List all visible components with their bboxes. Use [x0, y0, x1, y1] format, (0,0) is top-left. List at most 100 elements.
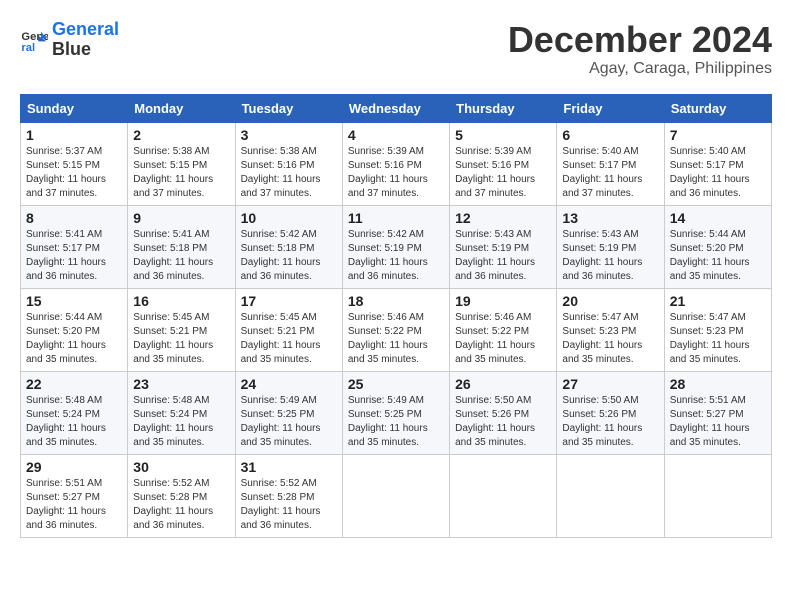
day-number: 10 [241, 210, 337, 226]
svg-text:ral: ral [21, 42, 35, 54]
day-number: 24 [241, 376, 337, 392]
calendar-cell: 11 Sunrise: 5:42 AMSunset: 5:19 PMDayligh… [342, 205, 449, 288]
day-detail: Sunrise: 5:42 AMSunset: 5:19 PMDaylight:… [348, 228, 444, 284]
calendar-cell: 7 Sunrise: 5:40 AMSunset: 5:17 PMDaylight… [664, 122, 771, 205]
calendar-cell: 4 Sunrise: 5:39 AMSunset: 5:16 PMDaylight… [342, 122, 449, 205]
calendar-cell [450, 454, 557, 537]
calendar-cell: 1 Sunrise: 5:37 AMSunset: 5:15 PMDaylight… [21, 122, 128, 205]
day-number: 30 [133, 459, 229, 475]
calendar-cell: 8Sunrise: 5:41 AMSunset: 5:17 PMDaylight… [21, 205, 128, 288]
day-detail: Sunrise: 5:48 AMSunset: 5:24 PMDaylight:… [133, 394, 229, 450]
calendar-cell: 23Sunrise: 5:48 AMSunset: 5:24 PMDayligh… [128, 371, 235, 454]
day-number: 2 [133, 127, 229, 143]
day-number: 28 [670, 376, 766, 392]
calendar-cell: 6 Sunrise: 5:40 AMSunset: 5:17 PMDaylight… [557, 122, 664, 205]
calendar-cell: 18 Sunrise: 5:46 AMSunset: 5:22 PMDayligh… [342, 288, 449, 371]
calendar-subtitle: Agay, Caraga, Philippines [508, 60, 772, 78]
day-number: 16 [133, 293, 229, 309]
day-detail: Sunrise: 5:44 AMSunset: 5:20 PMDaylight:… [670, 228, 766, 284]
calendar-cell: 29Sunrise: 5:51 AMSunset: 5:27 PMDayligh… [21, 454, 128, 537]
calendar-cell: 27 Sunrise: 5:50 AMSunset: 5:26 PMDayligh… [557, 371, 664, 454]
day-number: 31 [241, 459, 337, 475]
day-detail: Sunrise: 5:37 AMSunset: 5:15 PMDaylight:… [26, 145, 122, 201]
calendar-cell: 3 Sunrise: 5:38 AMSunset: 5:16 PMDaylight… [235, 122, 342, 205]
day-number: 5 [455, 127, 551, 143]
calendar-cell: 30Sunrise: 5:52 AMSunset: 5:28 PMDayligh… [128, 454, 235, 537]
day-number: 27 [562, 376, 658, 392]
day-detail: Sunrise: 5:42 AMSunset: 5:18 PMDaylight:… [241, 228, 337, 284]
day-detail: Sunrise: 5:40 AMSunset: 5:17 PMDaylight:… [562, 145, 658, 201]
day-detail: Sunrise: 5:49 AMSunset: 5:25 PMDaylight:… [348, 394, 444, 450]
day-detail: Sunrise: 5:43 AMSunset: 5:19 PMDaylight:… [455, 228, 551, 284]
day-detail: Sunrise: 5:39 AMSunset: 5:16 PMDaylight:… [455, 145, 551, 201]
day-number: 7 [670, 127, 766, 143]
day-number: 13 [562, 210, 658, 226]
calendar-cell: 12Sunrise: 5:43 AMSunset: 5:19 PMDayligh… [450, 205, 557, 288]
day-detail: Sunrise: 5:39 AMSunset: 5:16 PMDaylight:… [348, 145, 444, 201]
day-number: 25 [348, 376, 444, 392]
day-number: 6 [562, 127, 658, 143]
calendar-week-row: 15 Sunrise: 5:44 AMSunset: 5:20 PMDayligh… [21, 288, 772, 371]
calendar-week-row: 29Sunrise: 5:51 AMSunset: 5:27 PMDayligh… [21, 454, 772, 537]
day-number: 20 [562, 293, 658, 309]
calendar-cell [557, 454, 664, 537]
day-number: 18 [348, 293, 444, 309]
weekday-header-monday: Monday [128, 94, 235, 122]
day-detail: Sunrise: 5:51 AMSunset: 5:27 PMDaylight:… [670, 394, 766, 450]
day-number: 4 [348, 127, 444, 143]
calendar-cell: 20 Sunrise: 5:47 AMSunset: 5:23 PMDayligh… [557, 288, 664, 371]
day-number: 19 [455, 293, 551, 309]
calendar-week-row: 22 Sunrise: 5:48 AMSunset: 5:24 PMDayligh… [21, 371, 772, 454]
day-detail: Sunrise: 5:45 AMSunset: 5:21 PMDaylight:… [133, 311, 229, 367]
day-number: 26 [455, 376, 551, 392]
day-number: 11 [348, 210, 444, 226]
calendar-cell: 14Sunrise: 5:44 AMSunset: 5:20 PMDayligh… [664, 205, 771, 288]
day-detail: Sunrise: 5:38 AMSunset: 5:16 PMDaylight:… [241, 145, 337, 201]
calendar-cell: 10 Sunrise: 5:42 AMSunset: 5:18 PMDayligh… [235, 205, 342, 288]
calendar-cell: 24 Sunrise: 5:49 AMSunset: 5:25 PMDayligh… [235, 371, 342, 454]
title-block: December 2024 Agay, Caraga, Philippines [508, 20, 772, 78]
day-number: 29 [26, 459, 122, 475]
day-detail: Sunrise: 5:46 AMSunset: 5:22 PMDaylight:… [455, 311, 551, 367]
day-detail: Sunrise: 5:47 AMSunset: 5:23 PMDaylight:… [562, 311, 658, 367]
day-number: 22 [26, 376, 122, 392]
calendar-week-row: 8Sunrise: 5:41 AMSunset: 5:17 PMDaylight… [21, 205, 772, 288]
day-detail: Sunrise: 5:41 AMSunset: 5:18 PMDaylight:… [133, 228, 229, 284]
calendar-cell: 25 Sunrise: 5:49 AMSunset: 5:25 PMDayligh… [342, 371, 449, 454]
day-detail: Sunrise: 5:46 AMSunset: 5:22 PMDaylight:… [348, 311, 444, 367]
day-number: 8 [26, 210, 122, 226]
calendar-table: SundayMondayTuesdayWednesdayThursdayFrid… [20, 94, 772, 538]
calendar-cell: 26 Sunrise: 5:50 AMSunset: 5:26 PMDayligh… [450, 371, 557, 454]
calendar-cell: 5 Sunrise: 5:39 AMSunset: 5:16 PMDaylight… [450, 122, 557, 205]
day-detail: Sunrise: 5:40 AMSunset: 5:17 PMDaylight:… [670, 145, 766, 201]
day-number: 17 [241, 293, 337, 309]
calendar-cell: 16 Sunrise: 5:45 AMSunset: 5:21 PMDayligh… [128, 288, 235, 371]
logo-name: GeneralBlue [52, 20, 119, 60]
weekday-header-tuesday: Tuesday [235, 94, 342, 122]
weekday-header-wednesday: Wednesday [342, 94, 449, 122]
calendar-cell: 28 Sunrise: 5:51 AMSunset: 5:27 PMDayligh… [664, 371, 771, 454]
day-detail: Sunrise: 5:44 AMSunset: 5:20 PMDaylight:… [26, 311, 122, 367]
day-number: 15 [26, 293, 122, 309]
calendar-cell: 17Sunrise: 5:45 AMSunset: 5:21 PMDayligh… [235, 288, 342, 371]
calendar-cell [664, 454, 771, 537]
calendar-cell: 9 Sunrise: 5:41 AMSunset: 5:18 PMDaylight… [128, 205, 235, 288]
weekday-header-row: SundayMondayTuesdayWednesdayThursdayFrid… [21, 94, 772, 122]
day-number: 1 [26, 127, 122, 143]
day-detail: Sunrise: 5:43 AMSunset: 5:19 PMDaylight:… [562, 228, 658, 284]
day-number: 9 [133, 210, 229, 226]
weekday-header-sunday: Sunday [21, 94, 128, 122]
day-detail: Sunrise: 5:50 AMSunset: 5:26 PMDaylight:… [455, 394, 551, 450]
day-number: 21 [670, 293, 766, 309]
day-number: 3 [241, 127, 337, 143]
calendar-cell: 2 Sunrise: 5:38 AMSunset: 5:15 PMDaylight… [128, 122, 235, 205]
weekday-header-saturday: Saturday [664, 94, 771, 122]
day-detail: Sunrise: 5:52 AMSunset: 5:28 PMDaylight:… [241, 477, 337, 533]
day-detail: Sunrise: 5:50 AMSunset: 5:26 PMDaylight:… [562, 394, 658, 450]
day-detail: Sunrise: 5:48 AMSunset: 5:24 PMDaylight:… [26, 394, 122, 450]
day-detail: Sunrise: 5:38 AMSunset: 5:15 PMDaylight:… [133, 145, 229, 201]
day-detail: Sunrise: 5:49 AMSunset: 5:25 PMDaylight:… [241, 394, 337, 450]
calendar-cell [342, 454, 449, 537]
calendar-title: December 2024 [508, 20, 772, 60]
weekday-header-friday: Friday [557, 94, 664, 122]
